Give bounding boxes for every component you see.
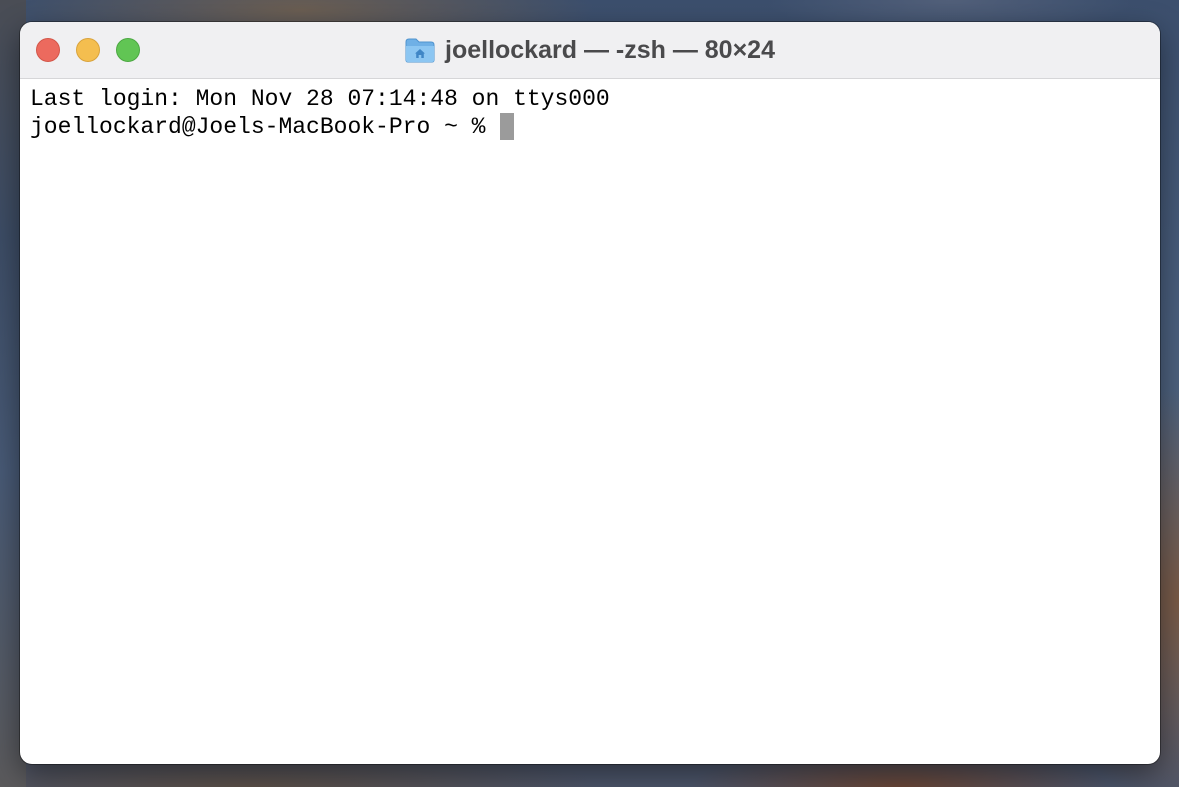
close-button[interactable] (36, 38, 60, 62)
zoom-button[interactable] (116, 38, 140, 62)
home-folder-icon (405, 38, 435, 63)
window-title-group: joellockard — -zsh — 80×24 (405, 36, 775, 65)
text-cursor (500, 113, 515, 140)
terminal-content[interactable]: Last login: Mon Nov 28 07:14:48 on ttys0… (20, 79, 1160, 147)
prompt-line[interactable]: joellockard@Joels-MacBook-Pro ~ % (30, 113, 1150, 141)
title-bar[interactable]: joellockard — -zsh — 80×24 (20, 22, 1160, 79)
shell-prompt: joellockard@Joels-MacBook-Pro ~ % (30, 114, 500, 140)
terminal-window[interactable]: joellockard — -zsh — 80×24 Last login: M… (20, 22, 1160, 764)
last-login-line: Last login: Mon Nov 28 07:14:48 on ttys0… (30, 86, 610, 112)
window-title: joellockard — -zsh — 80×24 (445, 35, 775, 64)
window-controls (36, 38, 140, 62)
minimize-button[interactable] (76, 38, 100, 62)
